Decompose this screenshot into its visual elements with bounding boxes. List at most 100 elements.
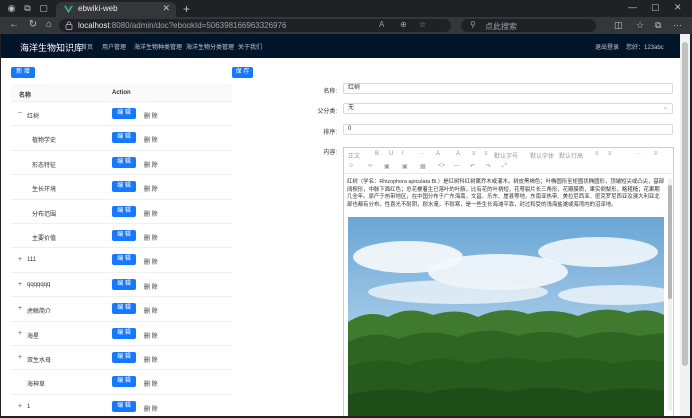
delete-button[interactable]: 删 除 [144, 135, 158, 144]
edit-button[interactable]: 编 辑 [112, 351, 136, 363]
edit-button[interactable]: 编 辑 [112, 254, 136, 266]
parent-select[interactable]: 无 ⌄ [343, 103, 673, 114]
delete-button[interactable]: 删 除 [144, 355, 158, 364]
edit-button[interactable]: 编 辑 [112, 181, 136, 193]
toolbar-item[interactable]: ∞ [368, 163, 372, 169]
home-icon[interactable]: ⌂ [43, 19, 55, 30]
minimize-icon[interactable]: — [628, 2, 637, 12]
workspaces-icon[interactable]: ⧉ [22, 3, 33, 14]
editor-scroll-thumb[interactable] [668, 185, 672, 299]
delete-button[interactable]: 删 除 [144, 404, 158, 413]
edit-button[interactable]: 编 辑 [112, 132, 136, 144]
save-button[interactable]: 保 存 [232, 67, 253, 78]
menu-species[interactable]: 海洋生物种类管理 [134, 42, 182, 51]
favorites-icon[interactable]: ☆ [636, 20, 644, 31]
toolbar-item[interactable]: 正文 [348, 151, 360, 160]
menu-about[interactable]: 关于我们 [238, 42, 262, 51]
page-scrollbar[interactable] [680, 34, 690, 416]
close-tab-icon[interactable]: ✕ [162, 3, 170, 14]
toolbar-item[interactable]: ↶ [470, 163, 475, 170]
sort-input[interactable]: 0 [343, 124, 673, 135]
menu-users[interactable]: 用户管理 [102, 42, 126, 51]
edit-button[interactable]: 编 辑 [112, 205, 136, 217]
toolbar-item[interactable]: 默认行高 [559, 151, 583, 160]
toolbar-item[interactable]: U [389, 151, 393, 157]
new-button[interactable]: 新 增 [11, 67, 35, 78]
expand-icon[interactable]: + [18, 281, 24, 288]
expand-icon[interactable]: + [18, 305, 24, 312]
toolbar-item[interactable]: ≡ [484, 151, 488, 157]
delete-button[interactable]: 删 除 [144, 379, 158, 388]
close-window-icon[interactable]: ✕ [674, 2, 682, 13]
delete-button[interactable]: 删 除 [144, 306, 158, 315]
edit-button[interactable]: 编 辑 [112, 303, 136, 315]
editor-text[interactable]: 红树（学名：Rhizophora apiculata Bl.）是红树科红树属乔木… [347, 179, 665, 209]
read-aloud-icon[interactable]: A [379, 20, 384, 29]
profile-icon[interactable]: ◉ [6, 3, 17, 14]
delete-button[interactable]: 删 除 [144, 184, 158, 193]
address-bar[interactable]: localhost:8080/admin/doc?ebookId=5063981… [59, 19, 451, 32]
edit-button[interactable]: 编 辑 [112, 108, 136, 119]
expand-icon[interactable]: + [18, 354, 24, 361]
toolbar-item[interactable]: ≡ [472, 151, 476, 157]
toolbar-item[interactable]: — [454, 163, 460, 169]
toolbar-item[interactable]: A [456, 151, 460, 157]
collections-icon[interactable]: ⧉ [655, 20, 661, 31]
toolbar-item[interactable]: ··· [635, 151, 641, 157]
edit-button[interactable]: 编 辑 [112, 400, 136, 412]
delete-button[interactable]: 删 除 [144, 282, 158, 291]
maximize-icon[interactable]: ▢ [651, 2, 660, 13]
edit-button[interactable]: 编 辑 [112, 376, 136, 388]
toolbar-item[interactable]: 默认字号 [494, 151, 518, 160]
expand-icon[interactable]: + [18, 403, 24, 410]
name-input[interactable]: 红树 [343, 83, 673, 94]
editor-body[interactable]: 红树（学名：Rhizophora apiculata Bl.）是红树科红树属乔木… [344, 175, 673, 416]
back-icon[interactable]: ← [8, 19, 20, 30]
toolbar-item[interactable]: 默认字体 [530, 151, 554, 160]
delete-button[interactable]: 删 除 [144, 209, 158, 218]
rich-text-editor[interactable]: 正文 B U I ··· A A ≡ ≡ 默认字号 默认字体 默认行高 ≡ ≡ ··· ≡ ☺ ∞ ▣ ▣ ▦ <> — ↶ ↷… [343, 147, 674, 416]
delete-button[interactable]: 删 除 [144, 160, 158, 169]
toolbar-item[interactable]: ⤢ [502, 163, 507, 170]
collapse-icon[interactable]: − [18, 110, 24, 117]
toolbar-item[interactable]: ▦ [420, 163, 426, 170]
toolbar-item[interactable]: ≡ [595, 151, 599, 157]
search-box[interactable]: ⚲ 点此搜索 [461, 19, 596, 32]
reload-icon[interactable]: ↻ [27, 19, 39, 30]
toolbar-item[interactable]: ≡ [654, 151, 658, 157]
edit-button[interactable]: 编 辑 [112, 229, 136, 241]
toolbar-item[interactable]: ☺ [348, 163, 354, 169]
more-icon[interactable]: ··· [673, 20, 682, 30]
delete-button[interactable]: 删 除 [144, 331, 158, 340]
page-scroll-thumb[interactable] [682, 42, 688, 366]
toolbar-item[interactable]: A [436, 151, 440, 157]
edit-button[interactable]: 编 辑 [112, 327, 136, 339]
edit-button[interactable]: 编 辑 [112, 278, 136, 290]
toolbar-item[interactable]: ≡ [608, 151, 612, 157]
expand-icon[interactable]: + [18, 256, 24, 263]
toolbar-item[interactable]: ▣ [402, 163, 408, 170]
edit-button[interactable]: 编 辑 [112, 156, 136, 168]
site-info-icon[interactable] [65, 21, 73, 30]
delete-button[interactable]: 删 除 [144, 233, 158, 242]
toolbar-item[interactable]: ↷ [486, 163, 491, 170]
tab-ebwiki[interactable]: ebwiki-web ✕ [56, 2, 176, 17]
toolbar-item[interactable]: B [375, 151, 379, 157]
split-screen-icon[interactable]: ◫ [614, 20, 623, 31]
logout-link[interactable]: 退出登录 [595, 42, 619, 51]
menu-home[interactable]: 首页 [81, 42, 93, 51]
menu-category[interactable]: 海洋生物分类管理 [186, 42, 234, 51]
toolbar-item[interactable]: <> [438, 163, 445, 169]
delete-button[interactable]: 删 除 [144, 257, 158, 266]
toolbar-item[interactable]: ▣ [384, 163, 390, 170]
favorite-icon[interactable]: ☆ [419, 20, 426, 29]
toolbar-item[interactable]: I [402, 151, 404, 157]
tab-actions-icon[interactable]: ▢ [38, 3, 49, 14]
delete-button[interactable]: 删 除 [144, 111, 158, 120]
toolbar-item[interactable]: ··· [418, 151, 424, 157]
editor-scrollbar[interactable] [668, 179, 672, 411]
new-tab-icon[interactable]: + [183, 2, 190, 16]
expand-icon[interactable]: + [18, 330, 24, 337]
table-row: 主要价值 编 辑删 除 [11, 224, 232, 249]
zoom-icon[interactable]: ⊕ [400, 20, 407, 29]
